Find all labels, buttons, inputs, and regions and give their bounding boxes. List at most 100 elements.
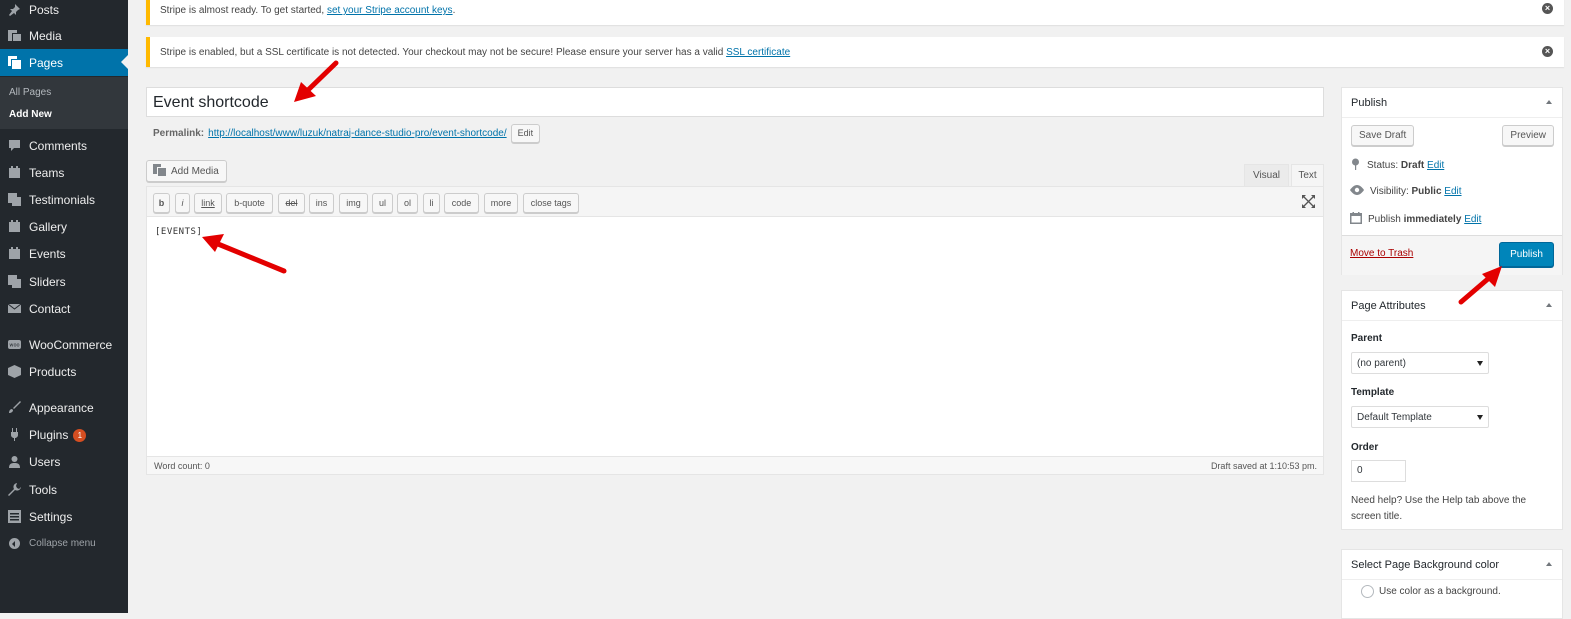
submenu-all-pages[interactable]: All Pages <box>9 87 51 98</box>
qt-bquote-button[interactable]: b-quote <box>226 193 273 213</box>
chevron-down-icon <box>1477 415 1483 420</box>
menu-item-settings[interactable]: Settings <box>0 503 128 530</box>
permalink-row: Permalink: http://localhost/www/luzuk/na… <box>153 123 541 143</box>
menu-item-comments[interactable]: Comments <box>0 132 128 159</box>
move-to-trash-link[interactable]: Move to Trash <box>1350 248 1413 259</box>
draft-saved-status: Draft saved at 1:10:53 pm. <box>1210 461 1317 471</box>
major-publishing-actions: Move to Trash Publish <box>1342 235 1562 275</box>
publish-button[interactable]: Publish <box>1499 242 1554 267</box>
tab-text[interactable]: Text <box>1291 164 1324 186</box>
update-count-badge: 1 <box>73 428 87 442</box>
visibility-row: Visibility: Public Edit <box>1350 185 1462 198</box>
editor-status-bar: Word count: 0 Draft saved at 1:10:53 pm. <box>146 456 1324 475</box>
dismiss-notice-icon[interactable]: × <box>1542 3 1553 14</box>
menu-item-products[interactable]: Products <box>0 358 128 385</box>
template-select-value: Default Template <box>1357 411 1432 423</box>
dismiss-notice-icon[interactable]: × <box>1542 46 1553 57</box>
teams-icon <box>8 166 21 179</box>
visibility-label: Visibility: <box>1370 186 1409 197</box>
toggle-panel-icon[interactable] <box>1546 562 1552 566</box>
menu-label: Teams <box>29 165 65 180</box>
fullscreen-icon[interactable] <box>1302 195 1315 211</box>
parent-select[interactable]: (no parent) <box>1351 352 1489 374</box>
edit-status-link[interactable]: Edit <box>1427 160 1444 171</box>
plugins-icon <box>8 428 21 441</box>
menu-item-appearance[interactable]: Appearance <box>0 394 128 421</box>
schedule-row: Publish immediately Edit <box>1350 212 1481 227</box>
qt-li-button[interactable]: li <box>423 193 440 213</box>
qt-code-button[interactable]: code <box>444 193 479 213</box>
menu-item-teams[interactable]: Teams <box>0 159 128 186</box>
qt-del-button[interactable]: del <box>278 193 305 213</box>
template-select[interactable]: Default Template <box>1351 406 1489 428</box>
menu-item-plugins[interactable]: Plugins 1 <box>0 421 128 448</box>
add-media-label: Add Media <box>171 165 219 177</box>
collapse-icon <box>8 537 21 550</box>
qt-close-tags-button[interactable]: close tags <box>523 193 579 213</box>
qt-ins-button[interactable]: ins <box>309 193 334 213</box>
edit-visibility-link[interactable]: Edit <box>1444 186 1461 197</box>
add-media-button[interactable]: Add Media <box>146 160 227 182</box>
menu-label: Posts <box>29 2 60 17</box>
preview-button[interactable]: Preview <box>1502 125 1554 146</box>
tab-visual[interactable]: Visual <box>1244 164 1289 186</box>
menu-item-events[interactable]: Events <box>0 240 128 267</box>
menu-label: Products <box>29 364 77 379</box>
publish-header[interactable]: Publish <box>1342 88 1562 118</box>
post-title-input[interactable]: Event shortcode <box>146 87 1324 117</box>
ssl-certificate-link[interactable]: SSL certificate <box>726 47 790 58</box>
qt-link-button[interactable]: link <box>194 193 222 213</box>
products-icon <box>8 365 21 378</box>
edit-schedule-link[interactable]: Edit <box>1464 214 1481 225</box>
content-textarea[interactable]: [EVENTS] <box>146 217 1324 457</box>
permalink-url[interactable]: http://localhost/www/luzuk/natraj-dance-… <box>208 128 506 139</box>
menu-label: Plugins 1 <box>29 428 87 442</box>
chevron-down-icon <box>1477 361 1483 366</box>
qt-ul-button[interactable]: ul <box>372 193 393 213</box>
toggle-panel-icon[interactable] <box>1546 100 1552 104</box>
eye-icon <box>1350 185 1364 198</box>
save-draft-button[interactable]: Save Draft <box>1351 125 1415 146</box>
stripe-keys-link[interactable]: set your Stripe account keys <box>327 5 453 16</box>
qt-italic-button[interactable]: i <box>175 193 190 213</box>
qt-more-button[interactable]: more <box>484 193 518 213</box>
quicktags-toolbar: b i link b-quote del ins img ul ol li co… <box>146 186 1324 217</box>
menu-label: Users <box>29 454 61 469</box>
svg-text:woo: woo <box>9 343 19 349</box>
menu-item-posts[interactable]: Posts <box>0 0 128 23</box>
menu-item-gallery[interactable]: Gallery <box>0 213 128 240</box>
menu-label: WooCommerce <box>29 337 113 352</box>
menu-item-testimonials[interactable]: Testimonials <box>0 186 128 213</box>
paintbrush-icon <box>8 401 21 414</box>
menu-label: Testimonials <box>29 192 96 207</box>
stripe-notice-keys: Stripe is almost ready. To get started, … <box>146 0 1564 25</box>
radio-button[interactable] <box>1361 585 1374 598</box>
status-label: Status: <box>1367 160 1399 171</box>
background-color-header[interactable]: Select Page Background color <box>1342 550 1562 580</box>
notice-text: Stripe is almost ready. To get started, … <box>160 5 456 16</box>
qt-img-button[interactable]: img <box>339 193 368 213</box>
submenu-add-new[interactable]: Add New <box>9 109 52 120</box>
menu-item-woocommerce[interactable]: woo WooCommerce <box>0 331 128 358</box>
use-color-option[interactable]: Use color as a background. <box>1361 585 1501 598</box>
menu-item-tools[interactable]: Tools <box>0 476 128 503</box>
page-attributes-header[interactable]: Page Attributes <box>1342 291 1562 321</box>
qt-bold-button[interactable]: b <box>153 193 170 213</box>
menu-label: Media <box>29 28 62 43</box>
order-input[interactable]: 0 <box>1351 460 1406 482</box>
menu-label: Appearance <box>29 400 94 415</box>
media-icon <box>8 29 21 42</box>
collapse-menu-button[interactable]: Collapse menu <box>0 530 128 557</box>
sliders-icon <box>8 275 21 288</box>
tools-icon <box>8 483 21 496</box>
toggle-panel-icon[interactable] <box>1546 303 1552 307</box>
menu-item-media[interactable]: Media <box>0 22 128 49</box>
menu-item-users[interactable]: Users <box>0 448 128 475</box>
background-color-heading: Select Page Background color <box>1351 558 1499 571</box>
qt-ol-button[interactable]: ol <box>397 193 418 213</box>
edit-permalink-button[interactable]: Edit <box>510 123 541 143</box>
menu-item-pages[interactable]: Pages <box>0 49 128 76</box>
menu-item-contact[interactable]: Contact <box>0 295 128 322</box>
menu-label: Sliders <box>29 274 66 289</box>
menu-item-sliders[interactable]: Sliders <box>0 268 128 295</box>
